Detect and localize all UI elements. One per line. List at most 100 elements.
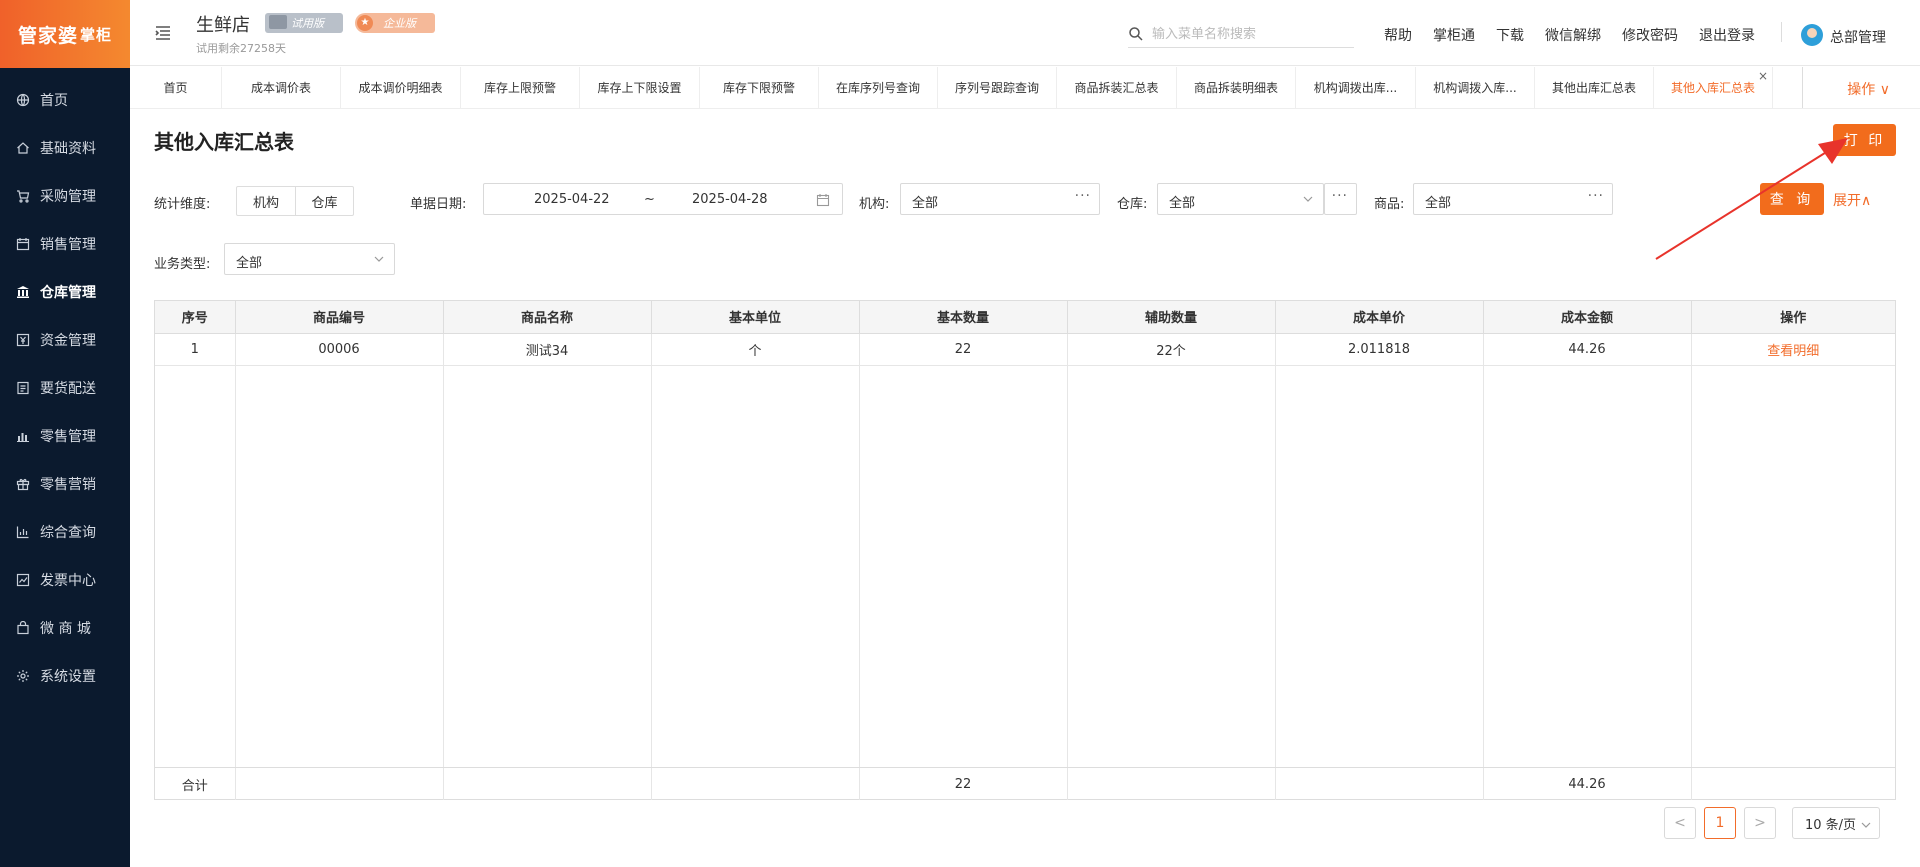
total-base-qty: 22 bbox=[859, 768, 1068, 800]
tab-stock-limit-settings[interactable]: 库存上下限设置 bbox=[580, 67, 700, 108]
help-link[interactable]: 帮助 bbox=[1384, 25, 1412, 45]
total-cell bbox=[651, 768, 860, 800]
tab-transfer-out[interactable]: 机构调拨出库... bbox=[1296, 67, 1416, 108]
date-range-picker[interactable]: 2025-04-22 ~ 2025-04-28 bbox=[483, 183, 843, 215]
date-end-value[interactable]: 2025-04-28 bbox=[692, 192, 768, 207]
column-divider bbox=[859, 365, 860, 767]
tab-assembly-detail[interactable]: 商品拆装明细表 bbox=[1177, 67, 1296, 108]
tab-label: 商品拆装明细表 bbox=[1193, 81, 1278, 95]
sidebar-item-home[interactable]: 首页 bbox=[0, 76, 130, 124]
view-detail-link[interactable]: 查看明细 bbox=[1767, 344, 1819, 359]
next-page-button[interactable]: > bbox=[1744, 807, 1776, 839]
sidebar-item-retail[interactable]: 零售管理 bbox=[0, 412, 130, 460]
header-divider bbox=[1781, 22, 1782, 42]
menu-toggle-icon[interactable] bbox=[154, 24, 172, 42]
tab-other-outbound-summary[interactable]: 其他出库汇总表 bbox=[1535, 67, 1654, 108]
tab-stock-lower-alert[interactable]: 库存下限预警 bbox=[700, 67, 819, 108]
column-header[interactable]: 成本单价 bbox=[1275, 301, 1484, 334]
date-separator: ~ bbox=[644, 192, 655, 207]
more-icon[interactable]: ··· bbox=[1588, 188, 1604, 204]
zhanggui-link[interactable]: 掌柜通 bbox=[1433, 25, 1475, 45]
menu-search-input[interactable] bbox=[1152, 22, 1352, 46]
product-select[interactable]: 全部 ··· bbox=[1413, 183, 1613, 215]
total-cell bbox=[443, 768, 652, 800]
wechat-unbind-link[interactable]: 微信解绑 bbox=[1545, 25, 1601, 45]
tab-label: 其他入库汇总表 bbox=[1670, 81, 1755, 95]
change-password-link[interactable]: 修改密码 bbox=[1622, 25, 1678, 45]
tab-assembly-summary[interactable]: 商品拆装汇总表 bbox=[1057, 67, 1177, 108]
sidebar-item-sales[interactable]: 销售管理 bbox=[0, 220, 130, 268]
tab-label: 其他出库汇总表 bbox=[1551, 81, 1636, 95]
biz-type-label: 业务类型: bbox=[154, 257, 211, 272]
sidebar-item-mall[interactable]: 微 商 城 bbox=[0, 604, 130, 652]
biz-type-select[interactable]: 全部 bbox=[224, 243, 395, 275]
tab-cost-adjust-detail[interactable]: 成本调价明细表 bbox=[341, 67, 461, 108]
product-label: 商品: bbox=[1374, 197, 1405, 212]
column-header[interactable]: 辅助数量 bbox=[1067, 301, 1276, 334]
warehouse-more-button[interactable]: ··· bbox=[1324, 183, 1357, 215]
sidebar-item-label: 发票中心 bbox=[40, 573, 96, 589]
search-icon[interactable] bbox=[1128, 26, 1144, 42]
page-size-select[interactable]: 10 条/页 bbox=[1792, 807, 1880, 839]
table-cell: 个 bbox=[651, 333, 860, 366]
column-header[interactable]: 操作 bbox=[1691, 301, 1895, 334]
enterprise-badge-label: 企业版 bbox=[383, 17, 416, 30]
prev-page-button[interactable]: < bbox=[1664, 807, 1696, 839]
tab-home[interactable]: 首页 bbox=[130, 67, 222, 108]
tab-cost-adjust[interactable]: 成本调价表 bbox=[222, 67, 341, 108]
total-cell bbox=[235, 768, 444, 800]
sidebar-item-basic-data[interactable]: 基础资料 bbox=[0, 124, 130, 172]
logout-link[interactable]: 退出登录 bbox=[1699, 25, 1755, 45]
avatar[interactable] bbox=[1801, 24, 1823, 46]
list-icon bbox=[16, 381, 30, 395]
column-header[interactable]: 序号 bbox=[155, 301, 236, 334]
tab-stock-upper-alert[interactable]: 库存上限预警 bbox=[461, 67, 580, 108]
sidebar-item-settings[interactable]: 系统设置 bbox=[0, 652, 130, 700]
chart-icon bbox=[16, 429, 30, 443]
tab-label: 首页 bbox=[163, 81, 188, 95]
close-icon[interactable]: × bbox=[1758, 70, 1768, 82]
more-icon[interactable]: ··· bbox=[1075, 188, 1091, 204]
bar-chart-icon bbox=[16, 525, 30, 539]
tab-label: 机构调拨入库... bbox=[1433, 81, 1517, 95]
column-header[interactable]: 商品名称 bbox=[443, 301, 652, 334]
column-header[interactable]: 商品编号 bbox=[235, 301, 444, 334]
sidebar-item-query[interactable]: 综合查询 bbox=[0, 508, 130, 556]
org-select[interactable]: 全部 ··· bbox=[900, 183, 1100, 215]
calendar-icon[interactable] bbox=[816, 193, 830, 207]
table-cell-action: 查看明细 bbox=[1691, 333, 1895, 366]
total-cost-amount: 44.26 bbox=[1483, 768, 1692, 800]
tab-label: 库存上下限设置 bbox=[597, 81, 682, 95]
sidebar-item-warehouse[interactable]: 仓库管理 bbox=[0, 268, 130, 316]
column-header[interactable]: 基本数量 bbox=[859, 301, 1068, 334]
sidebar-item-finance[interactable]: 资金管理 bbox=[0, 316, 130, 364]
sidebar-item-marketing[interactable]: 零售营销 bbox=[0, 460, 130, 508]
table-cell: 00006 bbox=[235, 333, 444, 366]
sidebar-item-purchase[interactable]: 采购管理 bbox=[0, 172, 130, 220]
sidebar-item-distribution[interactable]: 要货配送 bbox=[0, 364, 130, 412]
sidebar-item-invoice[interactable]: 发票中心 bbox=[0, 556, 130, 604]
download-link[interactable]: 下载 bbox=[1496, 25, 1524, 45]
sidebar-item-label: 微 商 城 bbox=[40, 621, 91, 637]
tab-serial-tracking[interactable]: 序列号跟踪查询 bbox=[938, 67, 1057, 108]
tab-transfer-in[interactable]: 机构调拨入库... bbox=[1416, 67, 1535, 108]
column-header[interactable]: 成本金额 bbox=[1483, 301, 1692, 334]
app-logo[interactable]: 管家婆 掌柜 bbox=[0, 0, 130, 68]
tab-other-inbound-summary[interactable]: 其他入库汇总表 × bbox=[1654, 67, 1773, 108]
column-header[interactable]: 基本单位 bbox=[651, 301, 860, 334]
total-label: 合计 bbox=[155, 768, 236, 800]
date-start-value[interactable]: 2025-04-22 bbox=[534, 192, 610, 207]
table-row[interactable]: 1 00006 测试34 个 22 22个 2.011818 44.26 查看明… bbox=[155, 333, 1895, 366]
page-number-button[interactable]: 1 bbox=[1704, 807, 1736, 839]
sidebar-item-label: 采购管理 bbox=[40, 189, 96, 205]
more-icon: ··· bbox=[1331, 188, 1348, 204]
logo-sub-text: 掌柜 bbox=[80, 25, 113, 44]
annotation-arrow-head bbox=[1818, 138, 1848, 164]
dimension-org-option[interactable]: 机构 bbox=[237, 187, 295, 215]
dimension-warehouse-option[interactable]: 仓库 bbox=[295, 187, 353, 215]
tab-serial-query[interactable]: 在库序列号查询 bbox=[819, 67, 938, 108]
tabs-operations-menu[interactable]: 操作 ∨ bbox=[1847, 79, 1890, 99]
warehouse-select[interactable]: 全部 bbox=[1157, 183, 1324, 215]
user-name[interactable]: 总部管理 bbox=[1830, 27, 1886, 47]
biz-type-value: 全部 bbox=[236, 256, 263, 271]
